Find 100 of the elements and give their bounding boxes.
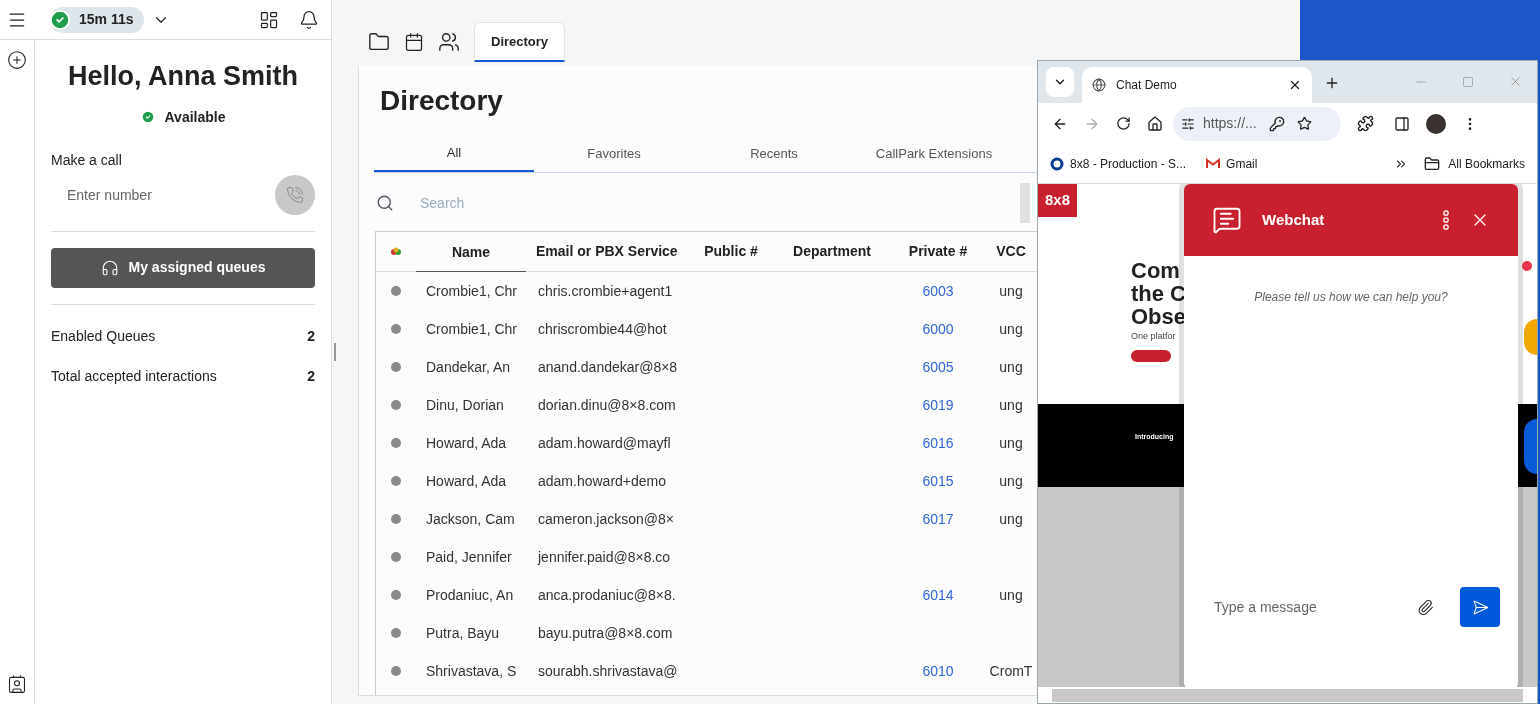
bookmark[interactable]: 8x8 - Production - S...	[1050, 154, 1187, 173]
reload-icon[interactable]	[1116, 116, 1131, 131]
stat-value: 2	[307, 327, 315, 346]
stat-label: Total accepted interactions	[51, 367, 217, 386]
number-field[interactable]: Enter number	[51, 174, 275, 215]
stat-label: Enabled Queues	[51, 327, 156, 346]
table-cell[interactable]: 6014	[922, 586, 954, 603]
greeting: Hello, Anna Smith	[67, 60, 299, 93]
chat-icon	[1212, 205, 1242, 235]
table-cell[interactable]: 6019	[922, 396, 954, 413]
table-cell: Paid, Jennifer	[426, 548, 512, 565]
table-cell: CromT	[989, 662, 1033, 679]
directory-tab[interactable]: Favorites	[534, 136, 694, 172]
directory-tab[interactable]: CallPark Extensions	[854, 136, 1014, 172]
new-tab-icon[interactable]	[1324, 75, 1340, 91]
table-cell: ung	[999, 472, 1023, 489]
table-cell: ung	[999, 586, 1023, 603]
table-cell: Crombie1, Chr	[426, 320, 518, 337]
table-cell: Crombie1, Chr	[426, 282, 518, 299]
send-icon	[1471, 598, 1489, 616]
extensions-icon[interactable]	[1357, 115, 1374, 132]
table-cell: Howard, Ada	[426, 434, 507, 451]
table-cell[interactable]: 6005	[922, 358, 954, 375]
column-header[interactable]: Name	[416, 231, 526, 272]
table-cell: cameron.jackson@8×	[538, 510, 674, 527]
available-icon	[140, 110, 155, 124]
directory-tab[interactable]: All	[374, 136, 534, 172]
table-cell: anca.prodaniuc@8×8.	[538, 586, 676, 603]
table-cell: adam.howard+demo	[538, 472, 667, 489]
bookmark[interactable]: Gmail	[1206, 154, 1258, 173]
assigned-queues-button[interactable]: My assigned queues	[51, 247, 315, 288]
column-header[interactable]: VCC	[988, 241, 1034, 262]
make-call-label: Make a call	[51, 150, 122, 170]
all-bookmarks[interactable]: All Bookmarks	[1448, 154, 1525, 173]
layout-icon[interactable]	[259, 9, 279, 30]
table-cell: chriscrombie44@hot	[538, 320, 667, 337]
profile-avatar[interactable]	[1426, 113, 1446, 134]
table-cell: ung	[999, 434, 1023, 451]
tab-title: Chat Demo	[1116, 77, 1178, 94]
presence-label: Available	[164, 107, 226, 127]
headline-line: Com	[1131, 259, 1180, 282]
directory-title: Directory	[380, 84, 503, 118]
site-logo: 8x8	[1038, 184, 1077, 217]
side-panel-icon[interactable]	[1394, 115, 1410, 132]
contact-card-icon[interactable]	[7, 674, 27, 694]
table-cell: Putra, Bayu	[426, 624, 500, 641]
more-icon[interactable]	[1442, 210, 1450, 230]
search-field[interactable]: Search	[420, 188, 980, 218]
phone-icon	[286, 185, 304, 204]
headset-icon	[100, 258, 119, 277]
headline-line: the C	[1131, 282, 1186, 305]
chat-launcher[interactable]	[1524, 419, 1537, 474]
column-header[interactable]: Public #	[686, 241, 776, 262]
table-cell: Jackson, Cam	[426, 510, 515, 527]
table-cell: ung	[999, 282, 1023, 299]
add-icon[interactable]	[7, 50, 27, 70]
table-cell[interactable]: 6016	[922, 434, 954, 451]
table-cell: Shrivastava, S	[426, 662, 517, 679]
column-header[interactable]: Private #	[888, 241, 988, 262]
table-cell: ung	[999, 510, 1023, 527]
table-cell: ung	[999, 358, 1023, 375]
address-bar[interactable]: https://...	[1173, 106, 1341, 141]
table-cell: ung	[999, 320, 1023, 337]
webchat-title: Webchat	[1262, 209, 1326, 230]
search-icon	[376, 194, 394, 212]
send-button[interactable]	[1460, 587, 1500, 627]
table-cell: bayu.putra@8×8.com	[538, 624, 673, 641]
check-icon	[49, 8, 71, 31]
column-header[interactable]: Department	[776, 241, 888, 262]
directory-tab[interactable]: Directory	[474, 22, 566, 62]
ring-icon	[1050, 156, 1064, 171]
table-cell: Prodaniuc, An	[426, 586, 514, 603]
attach-icon[interactable]	[1417, 598, 1434, 616]
table-cell[interactable]: 6000	[922, 320, 954, 337]
presence-icon	[390, 246, 402, 257]
home-icon[interactable]	[1147, 115, 1163, 132]
site-subtitle: One platfor	[1131, 330, 1176, 343]
table-cell: chris.crombie+agent1	[538, 282, 673, 299]
table-cell: Dandekar, An	[426, 358, 511, 375]
column-header[interactable]: Email or PBX Service	[526, 241, 686, 262]
browser-tab[interactable]: Chat Demo	[1082, 67, 1312, 103]
folder-icon	[368, 31, 390, 53]
table-cell[interactable]: 6010	[922, 662, 954, 679]
table-cell: jennifer.paid@8×8.co	[538, 548, 671, 565]
table-cell: Howard, Ada	[426, 472, 507, 489]
table-cell: sourabh.shrivastava@	[538, 662, 678, 679]
webchat-prompt: Please tell us how we can help you?	[1253, 289, 1449, 306]
table-cell[interactable]: 6015	[922, 472, 954, 489]
directory-tab[interactable]: Recents	[694, 136, 854, 172]
table-cell[interactable]: 6017	[922, 510, 954, 527]
people-icon	[438, 31, 460, 53]
learn-more-button[interactable]	[1131, 349, 1171, 362]
status-timer[interactable]: 15m 11s	[50, 6, 144, 33]
folder-icon	[1424, 155, 1441, 172]
close-icon[interactable]	[1288, 78, 1302, 92]
call-button[interactable]	[275, 174, 315, 215]
resize-handle[interactable]	[334, 343, 336, 361]
bell-icon[interactable]	[299, 9, 319, 30]
table-cell[interactable]: 6003	[922, 282, 954, 299]
message-field[interactable]: Type a message	[1202, 589, 1417, 625]
